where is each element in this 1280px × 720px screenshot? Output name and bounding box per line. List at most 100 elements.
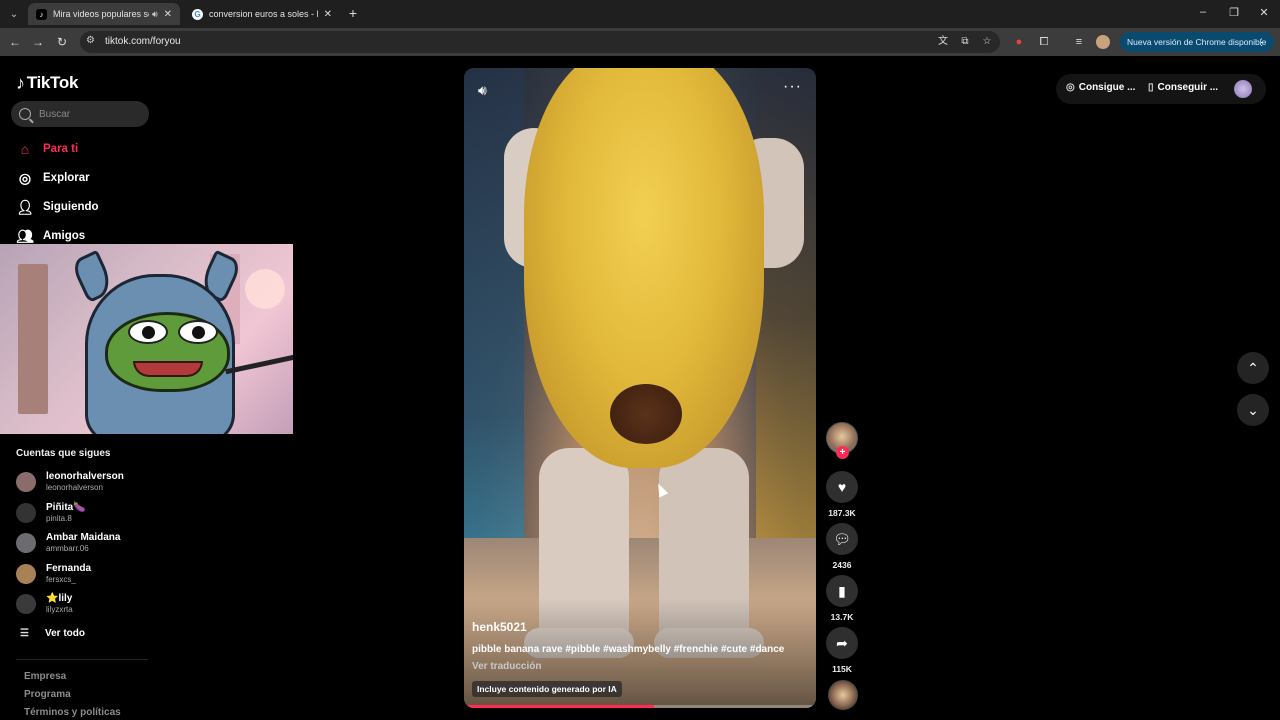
ai-content-badge: Incluye contenido generado por IA: [472, 681, 622, 697]
footer-link-terminos[interactable]: Términos y políticas: [24, 707, 121, 718]
close-window-icon[interactable]: ✕: [1256, 6, 1272, 19]
mini-player-video[interactable]: [0, 244, 293, 434]
media-controls-icon[interactable]: ≡: [1072, 35, 1086, 49]
tab-google-search[interactable]: G conversion euros a soles - Busc ✕: [184, 3, 340, 25]
compass-icon: ◎: [18, 169, 32, 186]
share-action[interactable]: ➦ 115K: [825, 627, 859, 674]
tiktok-favicon-icon: ♪: [36, 8, 47, 20]
video-frame-navel: [610, 384, 682, 444]
share-count: 115K: [832, 664, 852, 674]
coins-label: Consigue ...: [1078, 82, 1136, 93]
avatar: [16, 472, 36, 492]
audio-playing-icon[interactable]: 🔊︎: [152, 9, 158, 20]
comment-icon[interactable]: 💬︎: [826, 523, 858, 555]
bookmark-icon[interactable]: ▮: [826, 575, 858, 607]
following-account[interactable]: Ambar Maidana ammbarr.06: [16, 529, 156, 557]
nav-para-ti[interactable]: ⌂ Para ti: [16, 138, 146, 160]
tab-title: Mira videos populares selec: [53, 9, 149, 19]
previous-video-button[interactable]: ⌃: [1237, 352, 1269, 384]
account-name: leonorhalverson: [46, 471, 124, 482]
restore-icon[interactable]: ❐: [1226, 6, 1242, 19]
divider: [16, 659, 148, 660]
bookmark-star-icon[interactable]: ☆: [981, 36, 993, 48]
save-count: 13.7K: [830, 612, 854, 622]
browser-tabstrip: ⌄ ♪ Mira videos populares selec 🔊︎ ✕ G c…: [0, 0, 1280, 28]
share-icon[interactable]: ➦: [826, 627, 858, 659]
close-tab-icon[interactable]: ✕: [324, 9, 332, 20]
account-handle: lilyzxrta: [46, 605, 73, 614]
tab-search-button[interactable]: ⌄: [4, 4, 24, 24]
avatar: [16, 594, 36, 614]
search-box[interactable]: [11, 101, 149, 127]
following-account[interactable]: Fernanda fersxcs_: [16, 560, 156, 588]
account-name: Ambar Maidana: [46, 532, 121, 543]
nav-explorar[interactable]: ◎ Explorar: [16, 167, 146, 189]
like-action[interactable]: ♥ 187.3K: [825, 471, 859, 518]
nav-label: Para ti: [43, 143, 79, 155]
google-favicon-icon: G: [192, 8, 203, 20]
install-app-icon[interactable]: ⧉: [959, 36, 971, 48]
chrome-update-button[interactable]: Nueva versión de Chrome disponible ⋮: [1120, 32, 1274, 52]
nav-label: Amigos: [43, 230, 86, 242]
minimize-icon[interactable]: –: [1195, 6, 1211, 18]
forward-icon[interactable]: →: [30, 34, 46, 50]
heart-icon[interactable]: ♥: [826, 471, 858, 503]
profile-avatar-icon[interactable]: [1096, 35, 1110, 49]
site-info-icon[interactable]: ⚙: [86, 35, 95, 46]
extension-record-icon[interactable]: ●: [1012, 35, 1026, 49]
comment-count: 2436: [832, 560, 852, 570]
footer-link-empresa[interactable]: Empresa: [24, 671, 66, 682]
url-text: tiktok.com/foryou: [105, 36, 181, 47]
chevron-down-icon: ⌄: [1247, 401, 1259, 418]
video-author[interactable]: henk5021: [472, 620, 527, 634]
nav-label: Siguiendo: [43, 201, 99, 213]
following-section-title: Cuentas que sigues: [16, 448, 111, 459]
account-name: ⭐lily: [46, 593, 73, 604]
get-app-button[interactable]: ▯ Conseguir ...: [1148, 82, 1218, 93]
follow-plus-icon[interactable]: +: [836, 446, 849, 459]
tab-title: conversion euros a soles - Busc: [209, 9, 318, 19]
account-handle: leonorhalverson: [46, 483, 103, 492]
home-icon: ⌂: [20, 141, 30, 157]
following-account[interactable]: Piñita🍆 pinita.8: [16, 499, 156, 527]
close-tab-icon[interactable]: ✕: [164, 9, 172, 20]
phone-icon: ▯: [1148, 82, 1154, 93]
avatar: [16, 533, 36, 553]
progress-fill: [464, 705, 655, 708]
menu-dots-icon: ⋮: [1257, 36, 1266, 47]
account-name: Fernanda: [46, 563, 92, 574]
footer-link-programa[interactable]: Programa: [24, 689, 71, 700]
comment-action[interactable]: 💬︎ 2436: [825, 523, 859, 570]
video-caption: pibble banana rave #pibble #washmybelly …: [472, 644, 785, 655]
pepe-eye: [178, 320, 218, 344]
get-coins-button[interactable]: ◎ Consigue ...: [1066, 82, 1135, 93]
sound-disc[interactable]: [828, 680, 858, 710]
see-translation-link[interactable]: Ver traducción: [472, 661, 541, 672]
address-bar[interactable]: ⚙ tiktok.com/foryou 文 ⧉ ☆: [80, 31, 1000, 53]
next-video-button[interactable]: ⌄: [1237, 394, 1269, 426]
volume-icon[interactable]: 🔊︎: [478, 82, 487, 99]
following-account[interactable]: ⭐lily lilyzxrta: [16, 590, 156, 618]
search-input[interactable]: [39, 108, 139, 120]
reload-icon[interactable]: ↻: [54, 34, 70, 50]
more-options-icon[interactable]: ···: [783, 78, 802, 96]
nav-siguiendo[interactable]: 👤︎ Siguiendo: [16, 196, 146, 218]
like-count: 187.3K: [828, 508, 856, 518]
search-icon: [19, 108, 31, 120]
tab-tiktok[interactable]: ♪ Mira videos populares selec 🔊︎ ✕: [28, 3, 180, 25]
tiktok-note-icon: ♪: [16, 72, 25, 93]
video-progress-bar[interactable]: [464, 705, 816, 708]
user-avatar[interactable]: [1234, 80, 1252, 98]
back-icon[interactable]: ←: [7, 34, 23, 50]
tiktok-logo[interactable]: ♪ TikTok: [16, 72, 78, 94]
new-tab-button[interactable]: +: [346, 5, 360, 21]
following-account[interactable]: leonorhalverson leonorhalverson: [16, 468, 156, 496]
extensions-icon[interactable]: ⧠: [1037, 35, 1051, 49]
translate-icon[interactable]: 文: [937, 36, 949, 48]
save-action[interactable]: ▮ 13.7K: [825, 575, 859, 622]
nav-label: Explorar: [43, 172, 90, 184]
update-label: Nueva versión de Chrome disponible: [1127, 37, 1267, 47]
video-player[interactable]: 🔊︎ ··· henk5021 pibble banana rave #pibb…: [464, 68, 816, 708]
friends-icon: 👥︎: [16, 227, 34, 244]
see-all-button[interactable]: ☰ Ver todo: [20, 628, 85, 639]
